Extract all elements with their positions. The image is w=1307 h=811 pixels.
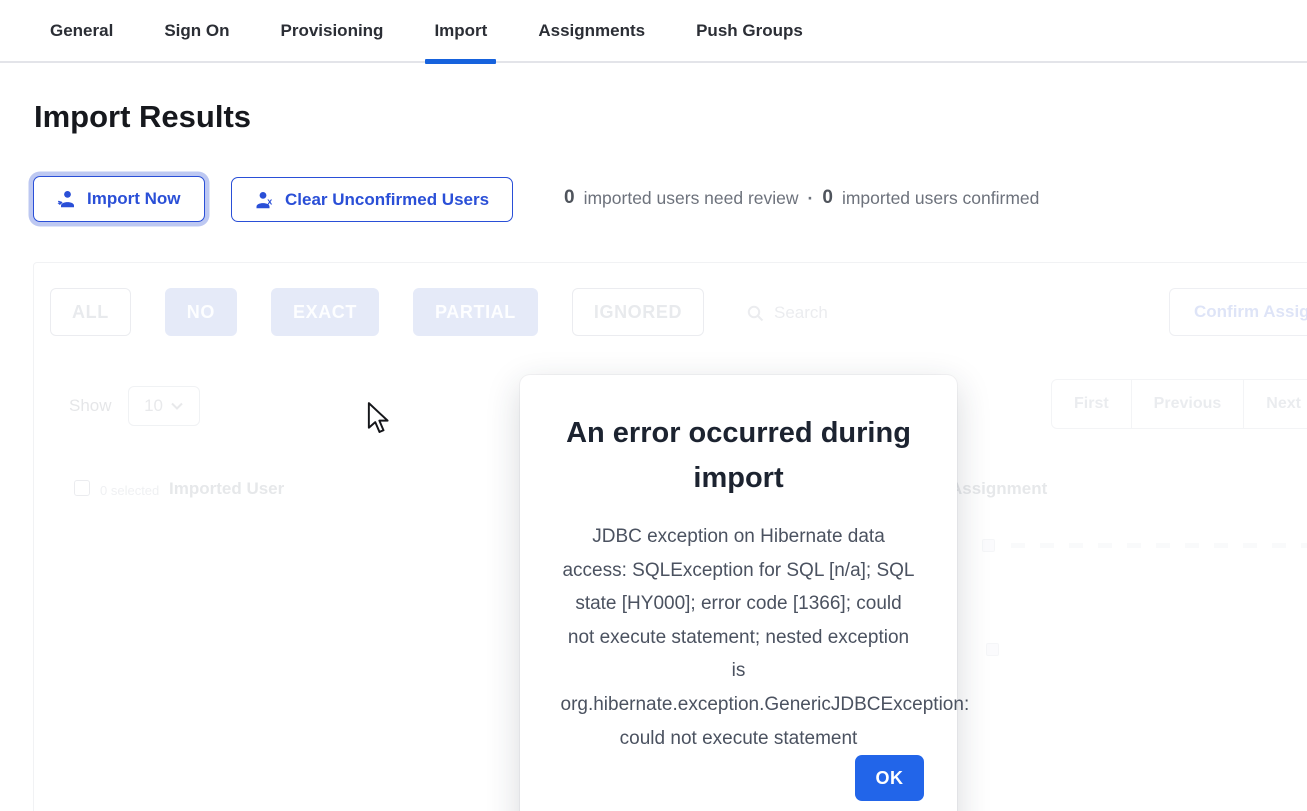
tab-sign-on[interactable]: Sign On — [164, 0, 229, 62]
confirmed-count: 0 — [822, 187, 833, 209]
tab-provisioning[interactable]: Provisioning — [280, 0, 383, 62]
app-tab-bar: General Sign On Provisioning Import Assi… — [0, 0, 1307, 63]
page-title: Import Results — [34, 99, 251, 135]
import-error-dialog: An error occurred during import JDBC exc… — [520, 375, 957, 811]
dialog-title: An error occurred during import — [548, 411, 929, 501]
tab-push-groups[interactable]: Push Groups — [696, 0, 803, 62]
need-review-label: imported users need review — [584, 188, 799, 209]
import-user-icon — [57, 190, 76, 208]
tab-import[interactable]: Import — [434, 0, 487, 62]
status-separator: · — [808, 188, 814, 209]
ok-button[interactable]: OK — [855, 755, 924, 801]
remove-user-icon: x — [255, 191, 274, 209]
import-now-button[interactable]: Import Now — [33, 176, 205, 222]
need-review-count: 0 — [564, 187, 575, 209]
dialog-error-message: JDBC exception on Hibernate data access:… — [561, 520, 917, 755]
confirmed-label: imported users confirmed — [842, 188, 1039, 209]
clear-unconfirmed-label: Clear Unconfirmed Users — [285, 190, 489, 210]
import-status-summary: 0 imported users need review · 0 importe… — [564, 185, 1039, 211]
tab-assignments[interactable]: Assignments — [538, 0, 645, 62]
import-now-label: Import Now — [87, 189, 181, 209]
clear-unconfirmed-users-button[interactable]: x Clear Unconfirmed Users — [231, 177, 513, 222]
svg-text:x: x — [267, 196, 272, 206]
import-results-page: General Sign On Provisioning Import Assi… — [0, 0, 1307, 811]
tab-general[interactable]: General — [50, 0, 113, 62]
